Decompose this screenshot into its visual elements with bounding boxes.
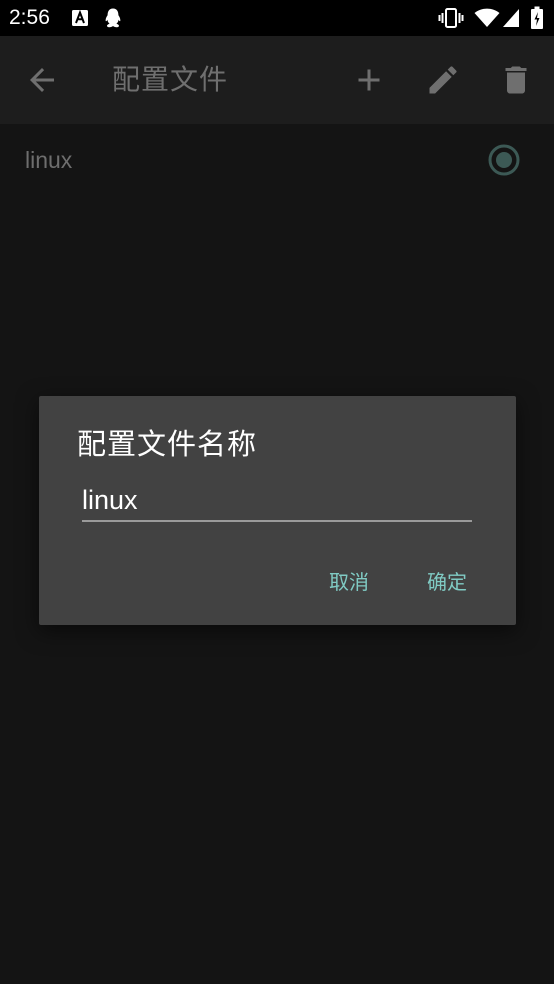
battery-icon xyxy=(531,6,543,29)
radio-selected-icon[interactable] xyxy=(486,142,522,178)
edit-icon[interactable] xyxy=(425,62,461,98)
confirm-button[interactable]: 确定 xyxy=(419,562,475,602)
cancel-button[interactable]: 取消 xyxy=(321,562,377,602)
wifi-icon xyxy=(474,8,500,27)
page-title: 配置文件 xyxy=(112,63,229,96)
arrow-back-icon[interactable] xyxy=(24,62,60,98)
app-bar: 配置文件 xyxy=(0,36,554,124)
delete-icon[interactable] xyxy=(498,62,534,98)
a-notification-icon xyxy=(72,9,88,26)
qq-penguin-icon xyxy=(105,8,121,28)
rename-profile-dialog: 配置文件名称 取消 确定 xyxy=(39,396,516,625)
add-icon[interactable] xyxy=(351,62,387,98)
status-bar: 2:56 xyxy=(0,0,554,36)
profile-name: linux xyxy=(25,147,73,173)
list-item[interactable]: linux xyxy=(0,124,554,196)
dialog-title: 配置文件名称 xyxy=(77,427,258,461)
status-time: 2:56 xyxy=(9,6,50,29)
vibrate-icon xyxy=(438,8,464,28)
signal-icon xyxy=(503,9,519,27)
profile-name-input[interactable] xyxy=(82,480,472,522)
